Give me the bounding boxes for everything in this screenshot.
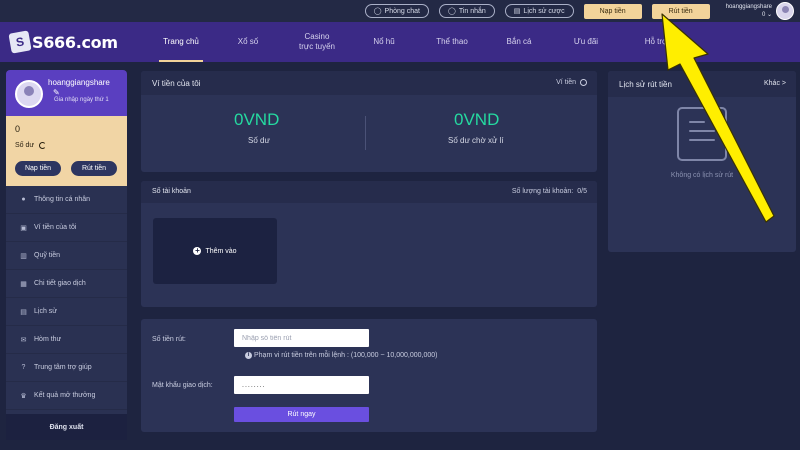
sidebar-item-help[interactable]: ? Trung tâm trợ giúp [6, 354, 127, 382]
profile-name: hoanggiangshare [48, 78, 110, 87]
mailbox-icon: ✉ [20, 336, 27, 344]
nav-home[interactable]: Trang chủ [158, 22, 204, 62]
chevron-down-icon: ⌄ [766, 12, 772, 18]
withdraw-now-button[interactable]: Rút ngay [234, 407, 369, 422]
refresh-icon [580, 79, 587, 86]
amount-hint: i Phạm vi rút tiền trên mỗi lệnh : (100,… [245, 352, 437, 359]
password-label: Mật khẩu giao dịch: [152, 382, 213, 389]
sidebar-item-label: Lịch sử [34, 308, 57, 315]
logo-mark: S [8, 30, 32, 54]
profile-card: hoanggiangshare ✎ Gia nhập ngày thứ 1 [6, 70, 127, 116]
wallet-panel: Ví tiền của tôi Ví tiền [141, 71, 597, 172]
add-account-button[interactable]: + Thêm vào [153, 218, 277, 284]
wallet-header-link: Ví tiền [556, 79, 576, 86]
balance-card: 0 Số dư Nạp tiền Rút tiền [6, 116, 127, 186]
logout-button[interactable]: Đăng xuất [6, 414, 127, 440]
sidebar-item-label: Hòm thư [34, 336, 62, 343]
messages-button[interactable]: ◯ Tin nhắn [438, 4, 495, 18]
sidebar-item-wallet[interactable]: ▣ Ví tiền của tôi [6, 214, 127, 242]
pending-balance-value: 0VND [454, 110, 500, 129]
user-menu[interactable]: hoanggiangshare 0 ⌄ [726, 2, 794, 20]
refresh-icon[interactable] [39, 142, 47, 149]
sidebar-item-profile[interactable]: ● Thông tin cá nhân [6, 186, 127, 214]
amount-input[interactable] [234, 329, 369, 347]
sidebar-item-label: Thông tin cá nhân [34, 196, 91, 203]
messages-label: Tin nhắn [458, 7, 486, 15]
help-icon: ? [21, 364, 26, 371]
password-input[interactable] [234, 376, 369, 394]
wallet-balance-label: Số dư [248, 136, 270, 145]
top-username: hoanggiangshare [725, 4, 772, 10]
history-empty-text: Không có lịch sử rút [670, 172, 734, 179]
sidebar-item-label: Quỹ tiền [34, 252, 61, 259]
message-icon: ◯ [447, 8, 456, 15]
sidebar-balance-label: Số dư [15, 142, 35, 149]
amount-hint-text: Phạm vi rút tiền trên mỗi lệnh : (100,00… [254, 352, 438, 359]
main-nav: S S666.com Trang chủ Xổ số Casino trực t… [0, 22, 800, 62]
logo[interactable]: S S666.com [8, 30, 118, 54]
withdraw-form-panel [141, 319, 597, 432]
chat-icon: ◯ [373, 8, 382, 15]
bet-history-button[interactable]: ▤ Lịch sử cược [504, 4, 574, 18]
top-bar: ◯ Phòng chat ◯ Tin nhắn ▤ Lịch sử cược N… [0, 0, 800, 22]
bet-history-label: Lịch sử cược [523, 7, 565, 15]
divider [365, 116, 366, 150]
nav-fishing[interactable]: Bắn cá [501, 22, 537, 62]
wallet-balance-value: 0VND [234, 110, 280, 129]
pending-balance-label: Số dư chờ xử lí [448, 136, 504, 145]
nav-casino[interactable]: Casino trực tuyến [292, 22, 342, 62]
profile-subtitle: Gia nhập ngày thứ 1 [54, 97, 109, 103]
document-icon [677, 107, 727, 161]
avatar[interactable] [776, 2, 794, 20]
nav-support[interactable]: Hỗ trợ [638, 22, 674, 62]
accounts-title: Số tài khoản [152, 188, 191, 195]
nav-promotions[interactable]: Ưu đãi [568, 22, 604, 62]
list-icon: ▤ [513, 8, 521, 15]
wallet-icon: ▣ [20, 224, 27, 232]
top-deposit-button[interactable]: Nạp tiền [583, 3, 642, 19]
withdraw-history-panel: Lịch sử rút tiền Khác > [608, 71, 796, 252]
transaction-icon: ▦ [20, 280, 27, 288]
wallet-refresh[interactable]: Ví tiền [556, 79, 587, 86]
trophy-icon: ♛ [20, 392, 27, 400]
plus-icon: + [193, 246, 202, 255]
edit-icon[interactable]: ✎ [53, 88, 60, 97]
add-account-label: Thêm vào [205, 247, 237, 255]
top-balance: 0 [761, 12, 766, 18]
sidebar-deposit-button[interactable]: Nạp tiền [15, 161, 61, 176]
sidebar-item-fund[interactable]: ▥ Quỹ tiền [6, 242, 127, 270]
sidebar-item-results[interactable]: ♛ Kết quả mở thưởng [6, 382, 127, 410]
sidebar-item-mailbox[interactable]: ✉ Hòm thư [6, 326, 127, 354]
sidebar-item-label: Chi tiết giao dịch [34, 280, 86, 287]
sidebar-item-label: Trung tâm trợ giúp [34, 364, 92, 371]
sidebar-item-transactions[interactable]: ▦ Chi tiết giao dịch [6, 270, 127, 298]
nav-lottery[interactable]: Xổ số [228, 22, 268, 62]
accounts-count-label: Số lượng tài khoản: [511, 188, 574, 195]
sidebar-item-label: Ví tiền của tôi [34, 224, 77, 231]
nav-sports[interactable]: Thể thao [430, 22, 474, 62]
sidebar-item-label: Kết quả mở thưởng [34, 392, 96, 399]
sidebar-withdraw-button[interactable]: Rút tiền [71, 161, 117, 176]
sidebar-menu: ● Thông tin cá nhân ▣ Ví tiền của tôi ▥ … [6, 186, 127, 414]
logo-text: S666.com [32, 32, 118, 52]
sidebar-item-history[interactable]: ▤ Lịch sử [6, 298, 127, 326]
top-withdraw-button[interactable]: Rút tiền [651, 3, 710, 19]
fund-icon: ▥ [20, 252, 27, 260]
history-more-link[interactable]: Khác > [764, 80, 786, 87]
chat-button[interactable]: ◯ Phòng chat [364, 4, 429, 18]
amount-label: Số tiền rút: [152, 336, 186, 343]
history-icon: ▤ [20, 308, 27, 316]
accounts-count-value: 0/5 [577, 188, 587, 195]
history-title: Lịch sử rút tiền [619, 80, 672, 89]
person-icon: ● [21, 196, 26, 203]
sidebar-balance-value: 0 [15, 124, 21, 134]
wallet-title: Ví tiền của tôi [152, 79, 201, 88]
nav-slots[interactable]: Nổ hũ [366, 22, 402, 62]
profile-avatar [15, 80, 43, 108]
chat-label: Phòng chat [384, 7, 420, 15]
info-icon: i [245, 352, 252, 359]
